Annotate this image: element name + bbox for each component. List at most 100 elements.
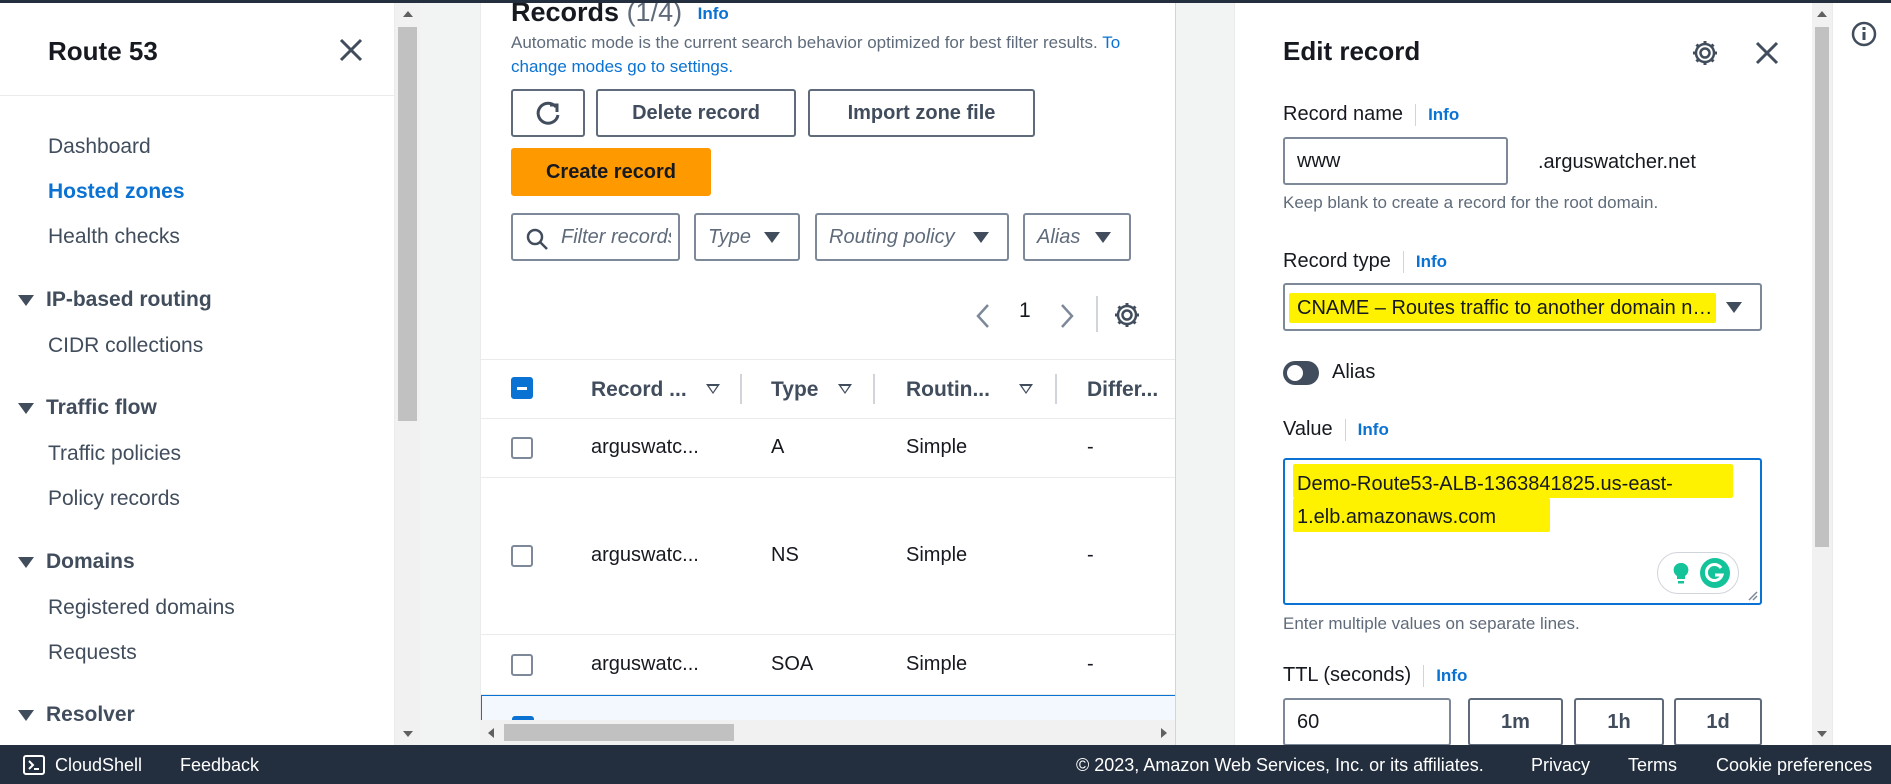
scroll-left-icon[interactable]: [488, 727, 494, 738]
sort-icon[interactable]: [1019, 384, 1033, 394]
column-divider[interactable]: [1055, 374, 1057, 404]
grammarly-widget[interactable]: [1657, 552, 1739, 594]
routing-policy-filter-select[interactable]: Routing policy: [815, 213, 1009, 261]
previous-page-icon[interactable]: [975, 303, 991, 329]
feedback-link[interactable]: Feedback: [180, 755, 259, 776]
resize-grip-icon[interactable]: [1746, 589, 1758, 601]
info-icon[interactable]: [1851, 21, 1877, 47]
alias-filter-select[interactable]: Alias: [1023, 213, 1131, 261]
nav-item-cidr-collections[interactable]: CIDR collections: [48, 334, 203, 358]
delete-record-button[interactable]: Delete record: [596, 89, 796, 137]
page-number[interactable]: 1: [1019, 299, 1031, 323]
nav-section-traffic-flow[interactable]: Traffic flow: [18, 396, 157, 420]
column-divider[interactable]: [740, 374, 742, 404]
cell-type: NS: [771, 544, 799, 566]
scrollbar-thumb[interactable]: [398, 27, 417, 421]
refresh-button[interactable]: [511, 89, 585, 137]
ttl-input[interactable]: 60: [1283, 698, 1451, 745]
scroll-up-icon[interactable]: [1817, 11, 1827, 17]
search-icon: [526, 228, 548, 250]
records-horizontal-scrollbar[interactable]: [480, 720, 1175, 745]
nav-item-hosted-zones[interactable]: Hosted zones: [48, 180, 185, 204]
cookie-preferences-link[interactable]: Cookie preferences: [1716, 755, 1872, 776]
import-zone-file-button[interactable]: Import zone file: [808, 89, 1035, 137]
gear-icon[interactable]: [1691, 39, 1719, 67]
row-checkbox[interactable]: [511, 437, 533, 459]
records-info-link[interactable]: Info: [698, 4, 729, 23]
edit-scrollbar[interactable]: [1812, 3, 1832, 745]
terms-link[interactable]: Terms: [1628, 755, 1677, 776]
record-type-info-link[interactable]: Info: [1416, 252, 1447, 271]
select-all-checkbox[interactable]: [511, 377, 533, 399]
table-row[interactable]: arguswatc... NS Simple -: [481, 478, 1175, 635]
ttl-1h-button[interactable]: 1h: [1574, 698, 1664, 745]
alias-toggle[interactable]: [1283, 361, 1319, 385]
close-icon[interactable]: [338, 37, 364, 63]
nav-section-domains[interactable]: Domains: [18, 550, 135, 574]
type-filter-select[interactable]: Type: [694, 213, 800, 261]
nav-section-ip-routing[interactable]: IP-based routing: [18, 288, 212, 312]
nav-item-registered-domains[interactable]: Registered domains: [48, 596, 235, 620]
cell-record-name[interactable]: arguswatc...: [591, 436, 699, 459]
cell-record-name[interactable]: arguswatc...: [591, 544, 699, 567]
scroll-down-icon[interactable]: [1817, 731, 1827, 737]
help-panel-rail: [1832, 3, 1891, 745]
ttl-label: TTL (seconds) Info: [1283, 664, 1467, 687]
nav-scrollbar[interactable]: [395, 3, 420, 745]
records-title: Records (1/4) Info: [511, 3, 729, 28]
scroll-down-icon[interactable]: [402, 731, 413, 737]
close-icon[interactable]: [1754, 40, 1780, 66]
cell-record-name[interactable]: arguswatc...: [591, 653, 699, 676]
table-row[interactable]: arguswatc... A Simple -: [481, 419, 1175, 478]
record-name-info-link[interactable]: Info: [1428, 105, 1459, 124]
column-header-record-name[interactable]: Record ...: [591, 378, 687, 402]
create-record-button[interactable]: Create record: [511, 148, 711, 196]
row-checkbox[interactable]: [511, 545, 533, 567]
gutter: [1176, 3, 1234, 745]
cell-routing: Simple: [906, 544, 968, 566]
nav-section-resolver[interactable]: Resolver: [18, 703, 135, 727]
ttl-1d-button[interactable]: 1d: [1674, 698, 1762, 745]
label-text: Record name: [1283, 103, 1404, 125]
lightbulb-icon[interactable]: [1666, 558, 1696, 588]
column-header-differentiator[interactable]: Differ...: [1087, 378, 1158, 402]
privacy-link[interactable]: Privacy: [1531, 755, 1590, 776]
table-header: Record ... Type Routin... Differ...: [481, 359, 1175, 419]
filter-records-input[interactable]: Filter records: [511, 213, 680, 261]
nav-item-traffic-policies[interactable]: Traffic policies: [48, 442, 181, 466]
gear-icon[interactable]: [1113, 301, 1141, 329]
nav-item-health-checks[interactable]: Health checks: [48, 225, 180, 249]
refresh-icon: [536, 101, 560, 125]
cell-routing: Simple: [906, 436, 968, 458]
ttl-1m-button[interactable]: 1m: [1468, 698, 1563, 745]
nav-item-dashboard[interactable]: Dashboard: [48, 135, 151, 159]
scroll-right-icon[interactable]: [1161, 727, 1167, 738]
gutter: [420, 3, 480, 745]
column-header-type[interactable]: Type: [771, 378, 818, 402]
scrollbar-thumb[interactable]: [1815, 27, 1829, 547]
column-header-routing[interactable]: Routin...: [906, 378, 990, 402]
scrollbar-thumb[interactable]: [504, 724, 734, 741]
record-type-select[interactable]: CNAME – Routes traffic to another domain…: [1283, 283, 1762, 331]
nav-item-policy-records[interactable]: Policy records: [48, 487, 180, 511]
value-info-link[interactable]: Info: [1358, 420, 1389, 439]
row-checkbox[interactable]: [511, 654, 533, 676]
value-textarea[interactable]: Demo-Route53-ALB-1363841825.us-east- 1.e…: [1283, 458, 1762, 605]
nav-title: Route 53: [48, 36, 158, 66]
grammarly-icon[interactable]: [1699, 557, 1731, 589]
domain-suffix: .arguswatcher.net: [1538, 151, 1696, 173]
caret-down-icon: [18, 294, 34, 306]
record-name-input[interactable]: www: [1283, 137, 1508, 185]
nav-item-requests[interactable]: Requests: [48, 641, 137, 665]
table-row[interactable]: arguswatc... SOA Simple -: [481, 635, 1175, 695]
scroll-up-icon[interactable]: [402, 11, 413, 17]
cloudshell-link[interactable]: CloudShell: [55, 755, 142, 776]
sort-icon[interactable]: [706, 384, 720, 394]
next-page-icon[interactable]: [1059, 303, 1075, 329]
column-divider[interactable]: [873, 374, 875, 404]
caret-down-icon: [764, 232, 780, 243]
cell-differentiator: -: [1087, 653, 1094, 675]
ttl-info-link[interactable]: Info: [1436, 666, 1467, 685]
sort-icon[interactable]: [838, 384, 852, 394]
cloudshell-icon[interactable]: [23, 755, 45, 775]
